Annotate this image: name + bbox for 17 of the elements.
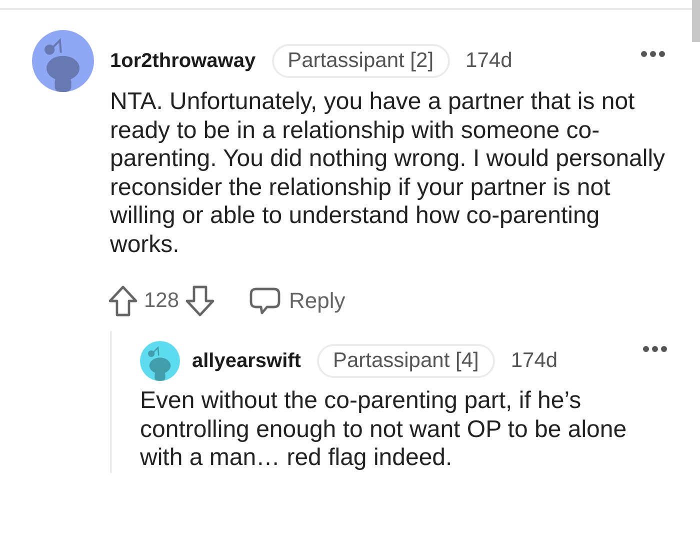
avatar-icon[interactable]	[140, 341, 180, 381]
more-options-icon[interactable]	[640, 50, 666, 58]
comment-text: NTA. Unfortunately, you have a partner that is not ready to be in a relationship with someone co-parenting. You did nothing wrong. I would personally reconsider the relationship if your partner is not willing or able to understand how co-parenting works.	[110, 88, 666, 259]
reply-button[interactable]: Reply	[249, 286, 346, 316]
username[interactable]: 1or2throwaway	[110, 50, 256, 72]
comment-age: 174d	[510, 349, 558, 373]
comment-age: 174d	[466, 49, 512, 73]
downvote-icon[interactable]	[185, 285, 216, 317]
username[interactable]: allyearswift	[192, 350, 301, 372]
comment-text: Even without the co-parenting part, if he’s controlling enough to not want OP to be alone with a man… red flag indeed.	[140, 387, 628, 472]
more-options-icon[interactable]	[642, 345, 668, 353]
user-flair: Partassipant [4]	[316, 344, 495, 378]
user-flair: Partassipant [2]	[272, 44, 450, 78]
upvote-icon[interactable]	[108, 285, 138, 317]
scrollbar[interactable]	[692, 0, 700, 42]
speech-bubble-icon	[249, 286, 282, 316]
vote-count: 128	[144, 289, 180, 313]
